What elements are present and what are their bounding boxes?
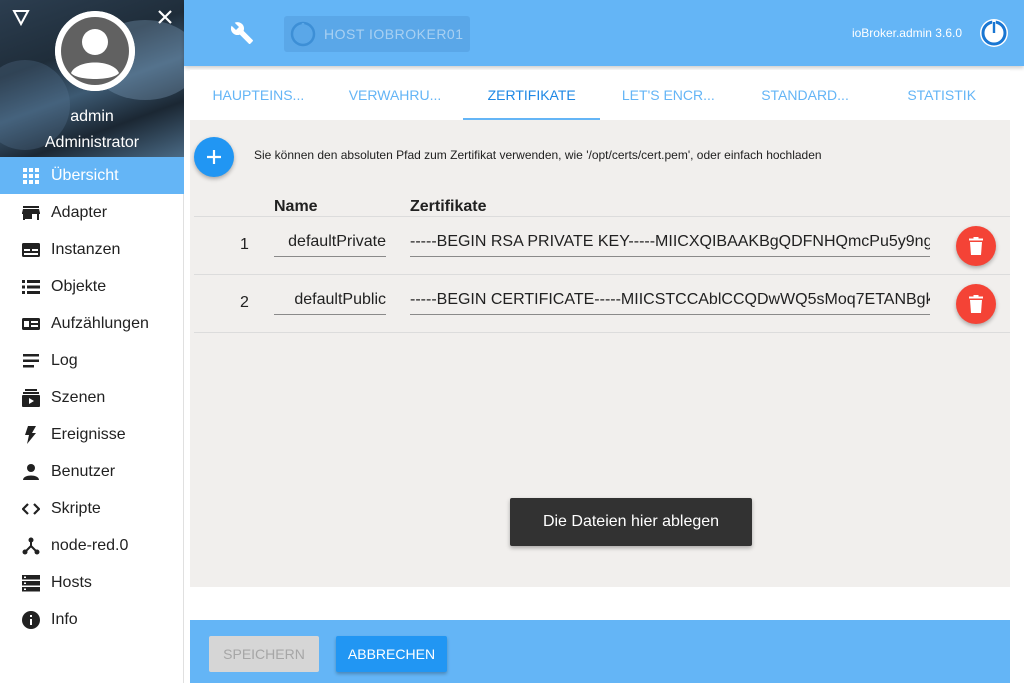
sidebar-item-instanzen[interactable]: Instanzen: [0, 231, 184, 268]
avatar: [55, 11, 135, 91]
drop-files-hint: Die Dateien hier ablegen: [510, 498, 752, 546]
table-divider: [194, 332, 1010, 333]
host-power-icon: [290, 21, 316, 47]
row-index: 1: [240, 236, 249, 253]
card-bottom-strip: [190, 587, 1010, 620]
profile-panel: admin Administrator: [0, 0, 184, 157]
settings-card: HAUPTEINS... VERWAHRU... ZERTIFIKATE LET…: [190, 70, 1010, 683]
table-row: 2 defaultPublic -----BEGIN CERTIFICATE--…: [190, 274, 1010, 332]
sidebar-nav: Übersicht Adapter Instanzen Objekte Aufz…: [0, 157, 184, 638]
wrench-icon[interactable]: [230, 21, 254, 45]
sidebar-item-objekte[interactable]: Objekte: [0, 268, 184, 305]
tab-label: HAUPTEINS...: [212, 87, 305, 103]
tab-label: VERWAHRU...: [348, 87, 442, 103]
sidebar-item-label: Adapter: [51, 203, 108, 221]
delete-certificate-button[interactable]: [956, 226, 996, 266]
sidebar-item-label: Benutzer: [51, 462, 116, 480]
sidebar-item-benutzer[interactable]: Benutzer: [0, 453, 184, 490]
sidebar-item-label: Instanzen: [51, 240, 121, 258]
lightning-icon: [22, 425, 40, 444]
sidebar-item-label: Skripte: [51, 499, 101, 517]
user-name: admin: [70, 108, 114, 125]
trash-icon: [969, 237, 983, 255]
hosts-icon: [22, 574, 40, 592]
tab-lets-encrypt[interactable]: LET'S ENCR...: [600, 70, 737, 120]
sidebar-item-ereignisse[interactable]: Ereignisse: [0, 416, 184, 453]
store-icon: [22, 204, 40, 222]
sidebar-item-label: Hosts: [51, 573, 92, 591]
sidebar-item-node-red[interactable]: node-red.0: [0, 527, 184, 564]
list-icon: [22, 278, 40, 296]
column-header-name: Name: [274, 198, 318, 215]
apps-grid-icon: [22, 167, 40, 185]
host-selector-button[interactable]: HOST IOBROKER01: [284, 16, 470, 52]
sidebar-item-label: Objekte: [51, 277, 107, 295]
sidebar-item-log[interactable]: Log: [0, 342, 184, 379]
certificate-name-input[interactable]: defaultPublic: [274, 283, 386, 315]
sidebar-item-label: Szenen: [51, 388, 106, 406]
sidebar-item-label: Übersicht: [51, 166, 119, 184]
code-icon: [22, 500, 40, 518]
sidebar-item-label: Info: [51, 610, 78, 628]
sidebar-item-adapter[interactable]: Adapter: [0, 194, 184, 231]
tab-zertifikate[interactable]: ZERTIFIKATE: [463, 70, 600, 120]
instances-icon: [22, 241, 40, 259]
save-button[interactable]: SPEICHERN: [209, 636, 319, 672]
sidebar-item-info[interactable]: Info: [0, 601, 184, 638]
tab-haupteinstellungen[interactable]: HAUPTEINS...: [190, 70, 327, 120]
app-header: HOST IOBROKER01 ioBroker.admin 3.6.0: [184, 0, 1024, 66]
info-icon: [22, 610, 40, 629]
certificate-name-input[interactable]: defaultPrivate: [274, 225, 386, 257]
table-row: 1 defaultPrivate -----BEGIN RSA PRIVATE …: [190, 216, 1010, 274]
plus-icon: [207, 150, 221, 164]
sidebar-item-label: Aufzählungen: [51, 314, 149, 332]
row-index: 2: [240, 294, 249, 311]
tab-label: STANDARD...: [761, 87, 849, 103]
column-header-cert: Zertifikate: [410, 198, 487, 215]
version-label: ioBroker.admin 3.6.0: [851, 26, 962, 40]
certificate-value-input[interactable]: -----BEGIN RSA PRIVATE KEY-----MIICXQIBA…: [410, 225, 930, 257]
tab-label: LET'S ENCR...: [621, 87, 715, 103]
sidebar-item-szenen[interactable]: Szenen: [0, 379, 184, 416]
sidebar: admin Administrator Übersicht Adapter In…: [0, 0, 184, 683]
tab-statistik[interactable]: STATISTIK: [873, 70, 1010, 120]
sidebar-item-uebersicht[interactable]: Übersicht: [0, 157, 184, 194]
scenes-icon: [22, 388, 40, 407]
sidebar-item-aufzaehlungen[interactable]: Aufzählungen: [0, 305, 184, 342]
settings-tabs: HAUPTEINS... VERWAHRU... ZERTIFIKATE LET…: [190, 70, 1010, 120]
cancel-button[interactable]: ABBRECHEN: [336, 636, 447, 672]
sidebar-item-label: Log: [51, 351, 78, 369]
sidebar-item-skripte[interactable]: Skripte: [0, 490, 184, 527]
log-lines-icon: [22, 352, 40, 370]
trash-icon: [969, 295, 983, 313]
user-icon: [22, 463, 40, 481]
sidebar-item-hosts[interactable]: Hosts: [0, 564, 184, 601]
power-icon[interactable]: [978, 17, 1010, 49]
certificate-value-input[interactable]: -----BEGIN CERTIFICATE-----MIICSTCCAblCC…: [410, 283, 930, 315]
sidebar-item-label: node-red.0: [51, 536, 129, 554]
user-role: Administrator: [44, 134, 140, 151]
add-certificate-button[interactable]: [194, 137, 234, 177]
node-red-icon: [22, 537, 40, 555]
delete-certificate-button[interactable]: [956, 284, 996, 324]
action-footer: SPEICHERN ABBRECHEN: [190, 620, 1010, 683]
tab-standard[interactable]: STANDARD...: [737, 70, 874, 120]
tab-label: ZERTIFIKATE: [487, 87, 576, 103]
certificate-hint-text: Sie können den absoluten Pfad zum Zertif…: [254, 148, 822, 162]
user-avatar-icon: [55, 11, 135, 91]
tab-verwahrung[interactable]: VERWAHRU...: [327, 70, 464, 120]
certificates-table-header: Name Zertifikate: [190, 198, 1010, 216]
close-icon[interactable]: [156, 8, 174, 26]
enum-card-icon: [22, 315, 40, 333]
tab-label: STATISTIK: [907, 87, 977, 103]
host-label: HOST IOBROKER01: [324, 26, 464, 42]
menu-toggle-icon[interactable]: [12, 8, 30, 26]
sidebar-item-label: Ereignisse: [51, 425, 126, 443]
